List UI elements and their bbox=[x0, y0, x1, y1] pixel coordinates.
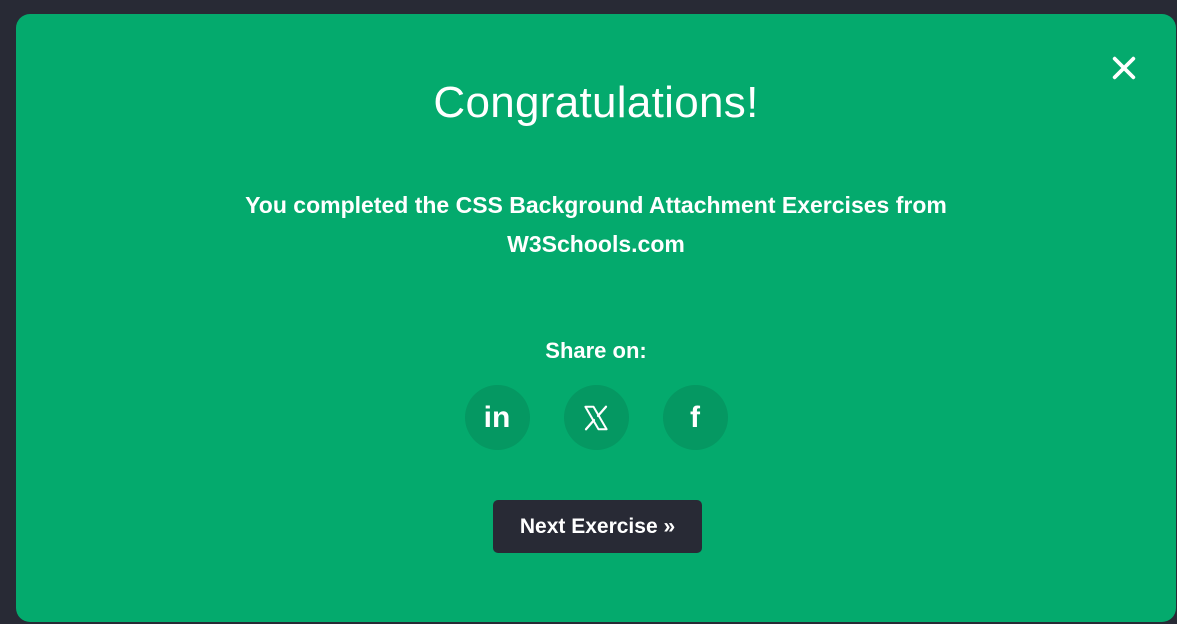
facebook-icon: f bbox=[690, 400, 700, 434]
share-label: Share on: bbox=[545, 338, 647, 363]
next-exercise-button[interactable]: Next Exercise » bbox=[493, 500, 702, 553]
x-twitter-icon bbox=[584, 405, 608, 430]
linkedin-icon: in bbox=[483, 400, 511, 434]
share-x-button[interactable] bbox=[563, 385, 629, 450]
share-facebook-button[interactable]: f bbox=[662, 385, 728, 450]
share-linkedin-button[interactable]: in bbox=[464, 385, 530, 450]
congratulations-modal: Congratulations! You completed the CSS B… bbox=[16, 14, 1176, 622]
share-buttons: in f bbox=[16, 385, 1176, 450]
completion-message: You completed the CSS Background Attachm… bbox=[245, 192, 947, 257]
modal-title: Congratulations! bbox=[433, 78, 759, 127]
